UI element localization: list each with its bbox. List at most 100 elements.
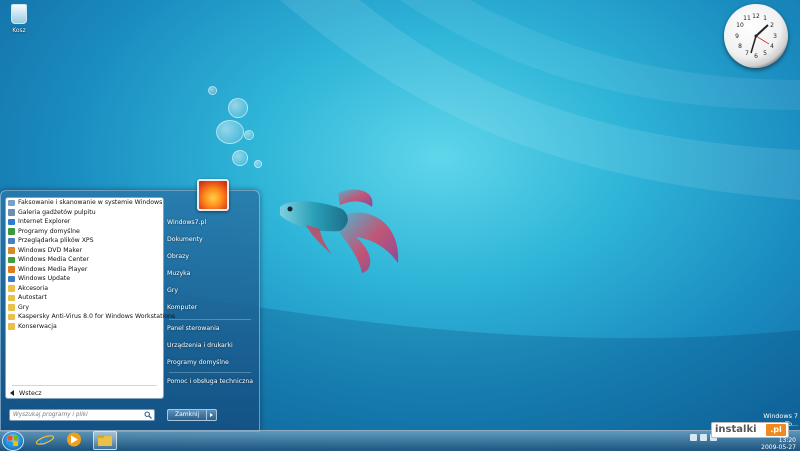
divider	[12, 385, 157, 386]
dvd-maker-icon	[8, 247, 15, 254]
folder-icon	[8, 285, 15, 292]
place-item[interactable]: Gry	[167, 287, 178, 294]
program-label: Windows Update	[18, 275, 70, 282]
search-icon[interactable]	[144, 411, 152, 419]
program-item[interactable]: Autostart	[6, 293, 163, 303]
place-item[interactable]: Dokumenty	[167, 236, 203, 243]
bubble	[208, 86, 217, 95]
taskbar-clock[interactable]: 13:20 2009-05-27	[752, 437, 796, 451]
back-label: Wstecz	[19, 390, 42, 397]
folder-icon	[98, 435, 112, 446]
taskbar-internet-explorer[interactable]: e	[34, 431, 56, 449]
divider	[169, 372, 251, 373]
program-item[interactable]: Programy domyślne	[6, 227, 163, 237]
place-item[interactable]: Obrazy	[167, 253, 189, 260]
program-label: Galeria gadżetów pulpitu	[18, 208, 96, 216]
svg-text:4: 4	[770, 43, 774, 50]
media-player-icon	[8, 266, 15, 273]
program-label: Konserwacja	[18, 322, 57, 330]
program-label: Internet Explorer	[18, 218, 71, 225]
place-item[interactable]: Muzyka	[167, 270, 190, 277]
gadgets-icon	[8, 209, 15, 216]
bubble	[244, 130, 254, 140]
place-item[interactable]: Komputer	[167, 304, 197, 311]
program-label: Autostart	[18, 294, 47, 301]
svg-text:6: 6	[754, 53, 758, 60]
media-player-icon	[67, 432, 81, 447]
svg-text:12: 12	[752, 13, 760, 20]
clock-gadget[interactable]: 12 1 2 345 678 9 10 11	[724, 4, 788, 68]
ie-icon	[8, 218, 15, 225]
media-center-icon	[8, 256, 15, 263]
program-item[interactable]: Windows Media Player	[6, 265, 163, 275]
program-item[interactable]: Konserwacja	[6, 322, 163, 332]
program-item[interactable]: Gry	[6, 303, 163, 313]
program-item[interactable]: Przeglądarka plików XPS	[6, 236, 163, 246]
folder-icon	[8, 323, 15, 330]
program-label: Akcesoria	[18, 284, 49, 292]
bubble	[232, 150, 248, 166]
place-item[interactable]: Urządzenia i drukarki	[167, 342, 233, 349]
bubble	[254, 160, 262, 168]
default-programs-icon	[8, 228, 15, 235]
recycle-bin[interactable]: Kosz	[4, 4, 34, 34]
recycle-bin-icon	[11, 4, 27, 24]
user-avatar[interactable]	[197, 179, 229, 211]
svg-text:2: 2	[770, 22, 774, 29]
tray-flag-icon[interactable]	[690, 434, 697, 441]
search-input[interactable]: Wyszukaj programy i pliki	[9, 409, 155, 421]
start-menu: Faksowanie i skanowanie w systemie Windo…	[0, 179, 260, 432]
svg-text:8: 8	[738, 43, 742, 50]
bubble	[216, 120, 244, 144]
logo-suffix: .pl	[766, 424, 786, 436]
tray-network-icon[interactable]	[700, 434, 707, 441]
back-button[interactable]: Wstecz	[10, 390, 42, 397]
program-item[interactable]: Faksowanie i skanowanie w systemie Windo…	[6, 198, 163, 208]
taskbar	[0, 430, 800, 451]
svg-text:3: 3	[773, 33, 777, 40]
program-label: Faksowanie i skanowanie w systemie Windo…	[18, 199, 163, 206]
folder-icon	[8, 304, 15, 311]
place-item[interactable]: Panel sterowania	[167, 325, 220, 332]
folder-icon	[8, 313, 15, 320]
shutdown-control[interactable]: Zamknij	[167, 409, 218, 421]
folder-icon	[8, 294, 15, 301]
svg-text:7: 7	[745, 50, 749, 57]
program-label: Windows Media Center	[18, 256, 89, 263]
svg-text:11: 11	[743, 15, 751, 22]
program-item[interactable]: Kaspersky Anti-Virus 8.0 for Windows Wor…	[6, 312, 175, 322]
search-placeholder: Wyszukaj programy i pliki	[13, 411, 88, 418]
program-item[interactable]: Windows Media Center	[6, 255, 163, 265]
svg-text:e: e	[39, 431, 49, 448]
os-badge: Windows 7	[763, 412, 798, 420]
taskbar-time: 13:20	[778, 437, 796, 444]
start-button[interactable]	[2, 431, 24, 451]
windows-update-icon	[8, 275, 15, 282]
xps-icon	[8, 237, 15, 244]
instalki-logo: instalki .pl	[711, 422, 789, 438]
place-item[interactable]: Windows7.pl	[167, 219, 206, 226]
program-item[interactable]: Galeria gadżetów pulpitu	[6, 208, 163, 218]
program-item[interactable]: Akcesoria	[6, 284, 163, 294]
program-item[interactable]: Windows DVD Maker	[6, 246, 163, 256]
program-item[interactable]: Windows Update	[6, 274, 163, 284]
svg-text:5: 5	[763, 50, 767, 57]
taskbar-media-player[interactable]	[63, 431, 85, 448]
taskbar-windows-explorer[interactable]	[93, 431, 117, 450]
program-label: Windows DVD Maker	[18, 246, 83, 254]
program-label: Programy domyślne	[18, 227, 80, 235]
clock-face-icon: 12 12 345 678 91011	[735, 13, 777, 60]
program-item[interactable]: Internet Explorer	[6, 217, 163, 227]
place-item[interactable]: Pomoc i obsługa techniczna	[167, 378, 253, 385]
program-label: Gry	[18, 303, 30, 311]
divider	[169, 319, 251, 320]
windows-logo-icon	[8, 436, 18, 446]
programs-pane: Faksowanie i skanowanie w systemie Windo…	[5, 197, 175, 399]
svg-text:10: 10	[736, 22, 744, 29]
shutdown-button[interactable]: Zamknij	[167, 409, 208, 421]
recycle-bin-label: Kosz	[12, 27, 26, 34]
logo-text: instalki	[715, 424, 757, 435]
program-label: Windows Media Player	[18, 265, 88, 273]
shutdown-options-arrow-icon[interactable]	[207, 409, 218, 421]
place-item[interactable]: Programy domyślne	[167, 359, 229, 366]
